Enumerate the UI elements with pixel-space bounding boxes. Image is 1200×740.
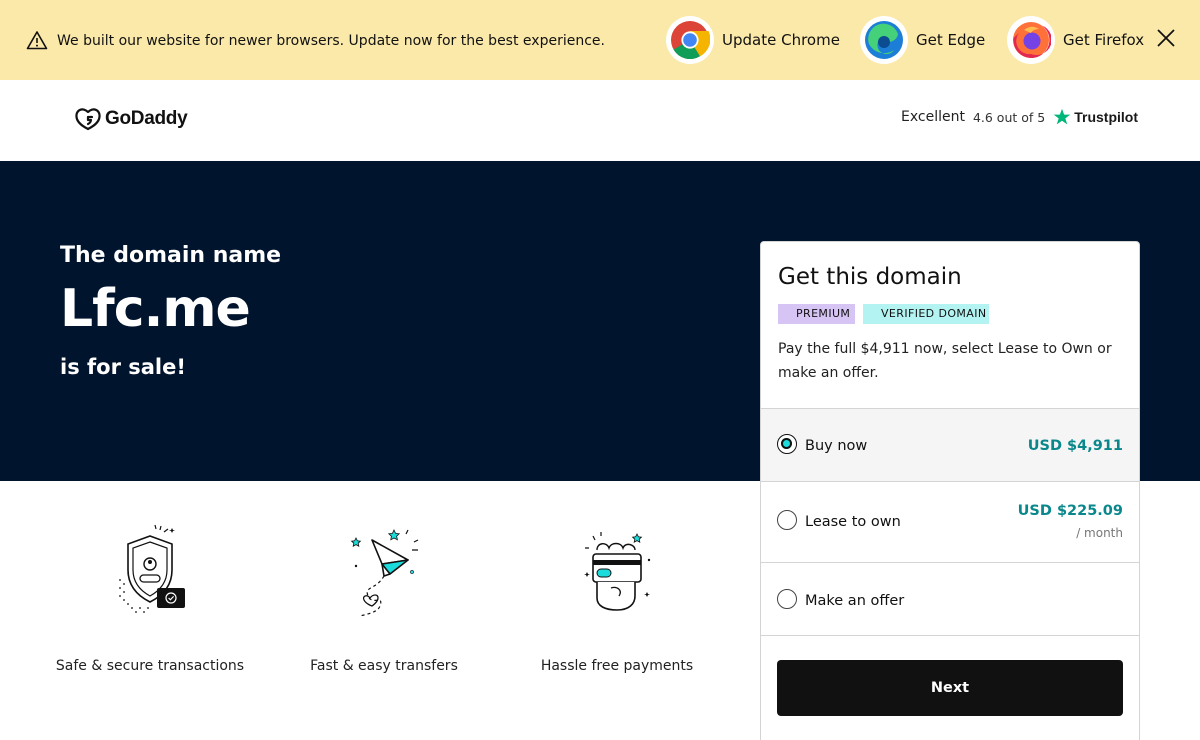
card-description: Pay the full $4,911 now, select Lease to… bbox=[778, 341, 1112, 381]
trustpilot-brand: Trustpilot bbox=[1074, 109, 1139, 125]
feature-safe-secure: Safe & secure transactions bbox=[50, 520, 250, 678]
paper-plane-icon bbox=[350, 529, 419, 617]
get-firefox-link[interactable]: Get Firefox bbox=[1007, 16, 1144, 64]
payment-card-icon bbox=[584, 532, 651, 611]
close-icon[interactable] bbox=[1155, 27, 1177, 49]
card-title: Get this domain bbox=[778, 264, 962, 290]
feature-caption: Hassle free payments bbox=[540, 658, 694, 674]
option-label: Make an offer bbox=[805, 593, 905, 609]
feature-fast-transfers: Fast & easy transfers bbox=[284, 520, 484, 678]
trustpilot-score: 4.6 out of 5 bbox=[972, 109, 1046, 125]
option-price: USD $4,911 bbox=[1027, 438, 1123, 454]
option-buy-now[interactable]: Buy now USD $4,911 bbox=[761, 408, 1139, 481]
update-chrome-label: Update Chrome bbox=[722, 31, 840, 49]
warning-icon bbox=[26, 31, 48, 50]
feature-caption: Safe & secure transactions bbox=[55, 658, 245, 674]
get-edge-label: Get Edge bbox=[916, 31, 986, 49]
next-button[interactable]: Next bbox=[777, 660, 1123, 716]
feature-hassle-free-payments: Hassle free payments bbox=[517, 520, 717, 678]
firefox-icon bbox=[1007, 16, 1055, 64]
option-label: Lease to own bbox=[805, 514, 901, 530]
hero-domain-name: Lfc.me bbox=[60, 279, 251, 339]
option-make-offer[interactable]: Make an offer bbox=[761, 562, 1139, 635]
card-footer: Next bbox=[761, 635, 1139, 740]
hero-pretitle: The domain name bbox=[60, 243, 282, 268]
trustpilot-rating[interactable]: Excellent 4.6 out of 5 Trustpilot bbox=[901, 108, 1138, 126]
banner-message: We built our website for newer browsers.… bbox=[57, 33, 605, 49]
browser-update-banner: We built our website for newer browsers.… bbox=[0, 0, 1200, 80]
lease-to-own-radio[interactable] bbox=[777, 510, 797, 530]
option-price-period: / month bbox=[1076, 526, 1123, 540]
godaddy-heart-icon bbox=[75, 108, 101, 131]
hero-subtitle: is for sale! bbox=[60, 355, 186, 379]
shield-icon bbox=[119, 524, 185, 613]
feature-caption: Fast & easy transfers bbox=[310, 658, 458, 674]
update-chrome-link[interactable]: Update Chrome bbox=[666, 16, 840, 64]
chrome-icon bbox=[666, 16, 714, 64]
godaddy-wordmark: GoDaddy bbox=[105, 108, 188, 129]
make-offer-radio[interactable] bbox=[777, 589, 797, 609]
option-label: Buy now bbox=[805, 438, 868, 454]
get-edge-link[interactable]: Get Edge bbox=[860, 16, 985, 64]
get-domain-card: Get this domain PREMIUM VERIFIED DOMAIN … bbox=[760, 241, 1140, 740]
premium-badge: PREMIUM bbox=[778, 304, 855, 324]
godaddy-logo[interactable]: GoDaddy bbox=[75, 107, 188, 131]
option-lease-to-own[interactable]: Lease to own USD $225.09 / month bbox=[761, 481, 1139, 562]
verified-domain-badge: VERIFIED DOMAIN bbox=[863, 304, 989, 324]
trustpilot-rating-word: Excellent bbox=[901, 109, 965, 125]
trustpilot-star-icon bbox=[1053, 108, 1071, 125]
buy-now-radio[interactable] bbox=[777, 434, 797, 454]
get-firefox-label: Get Firefox bbox=[1063, 31, 1145, 49]
edge-icon bbox=[860, 16, 908, 64]
option-price: USD $225.09 bbox=[1017, 503, 1123, 519]
